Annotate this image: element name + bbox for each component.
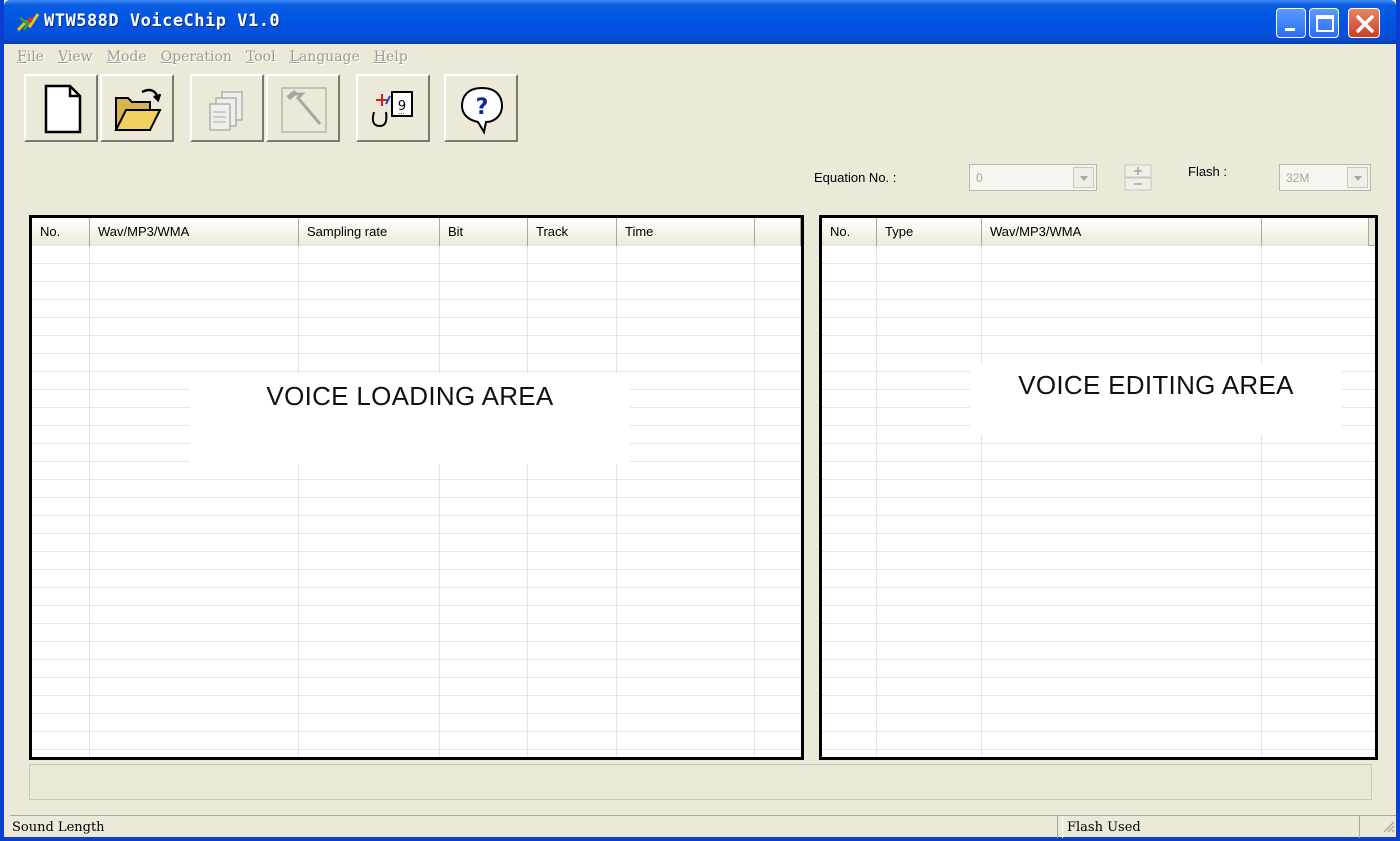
- menu-help[interactable]: Help: [367, 47, 415, 71]
- equation-label: Equation No. :: [814, 170, 897, 185]
- column-header[interactable]: Sampling rate: [299, 218, 440, 246]
- column-divider: [981, 246, 982, 757]
- window-title: WTW588D VoiceChip V1.0: [44, 11, 281, 31]
- menu-operation[interactable]: Operation: [154, 47, 239, 71]
- column-divider: [89, 246, 90, 757]
- column-divider: [1261, 246, 1262, 757]
- flash-used-status: Flash Used: [1062, 816, 1360, 838]
- minimize-button[interactable]: [1276, 8, 1306, 38]
- flash-label: Flash :: [1188, 164, 1228, 179]
- column-header[interactable]: Bit: [440, 218, 528, 246]
- equation-button[interactable]: 9 ...: [356, 74, 430, 142]
- spinner-icon: [1124, 164, 1152, 191]
- new-file-button[interactable]: [24, 74, 98, 142]
- hammer-button[interactable]: [266, 74, 340, 142]
- maximize-icon: [1316, 15, 1334, 32]
- chevron-down-icon[interactable]: [1347, 167, 1368, 188]
- minimize-icon: [1285, 28, 1295, 31]
- loading-table-body[interactable]: [32, 246, 801, 757]
- hammer-icon: [281, 87, 327, 133]
- editing-table-header: No. Type Wav/MP3/WMA: [822, 218, 1375, 246]
- new-file-icon: [44, 84, 82, 134]
- files-stack-button[interactable]: [190, 74, 264, 142]
- menu-bar: File View Mode Operation Tool Language H…: [10, 47, 415, 71]
- flash-select[interactable]: 32M: [1279, 164, 1371, 191]
- column-header[interactable]: Wav/MP3/WMA: [982, 218, 1262, 246]
- equation-icon: 9 ...: [371, 91, 413, 128]
- column-header[interactable]: Wav/MP3/WMA: [90, 218, 299, 246]
- status-bar: Sound Length Flash Used: [10, 815, 1396, 838]
- column-header[interactable]: [1262, 218, 1369, 246]
- voice-loading-panel[interactable]: No. Wav/MP3/WMA Sampling rate Bit Track …: [29, 215, 804, 760]
- column-divider: [876, 246, 877, 757]
- help-button[interactable]: ?: [444, 74, 518, 142]
- help-icon: ?: [460, 86, 504, 135]
- menu-mode[interactable]: Mode: [100, 47, 154, 71]
- info-box: [29, 764, 1372, 800]
- column-header[interactable]: No.: [32, 218, 90, 246]
- menu-file[interactable]: File: [10, 47, 51, 71]
- column-header[interactable]: [755, 218, 801, 246]
- equation-spinner[interactable]: [1124, 164, 1152, 191]
- title-bar[interactable]: WTW588D VoiceChip V1.0: [4, 0, 1396, 44]
- voice-editing-panel[interactable]: No. Type Wav/MP3/WMA VOICE EDITING AREA: [819, 215, 1378, 760]
- resize-grip-icon[interactable]: [1380, 818, 1396, 834]
- open-folder-icon: [114, 88, 162, 131]
- maximize-button[interactable]: [1309, 8, 1339, 38]
- svg-text:...: ...: [398, 108, 405, 116]
- column-header[interactable]: Track: [528, 218, 617, 246]
- sound-length-status: Sound Length: [10, 816, 1058, 838]
- column-divider: [439, 246, 440, 757]
- column-header[interactable]: Time: [617, 218, 755, 246]
- app-window: WTW588D VoiceChip V1.0 File View Mode Op…: [0, 0, 1400, 841]
- equation-select[interactable]: 0: [969, 164, 1097, 191]
- column-divider: [298, 246, 299, 757]
- menu-tool[interactable]: Tool: [239, 47, 283, 71]
- editing-table-body[interactable]: [822, 246, 1375, 757]
- menu-language[interactable]: Language: [283, 47, 367, 71]
- equation-value: 0: [976, 171, 983, 185]
- column-divider: [754, 246, 755, 757]
- editing-area-label: VOICE EDITING AREA: [970, 364, 1342, 434]
- svg-text:?: ?: [476, 95, 489, 120]
- open-folder-button[interactable]: [100, 74, 174, 142]
- column-divider: [527, 246, 528, 757]
- flash-value: 32M: [1286, 171, 1310, 185]
- files-stack-icon: [209, 91, 243, 131]
- loading-table-header: No. Wav/MP3/WMA Sampling rate Bit Track …: [32, 218, 801, 246]
- loading-area-label: VOICE LOADING AREA: [190, 373, 630, 465]
- column-header[interactable]: Type: [877, 218, 982, 246]
- column-divider: [616, 246, 617, 757]
- column-header[interactable]: No.: [822, 218, 877, 246]
- chevron-down-icon[interactable]: [1073, 167, 1094, 188]
- menu-view[interactable]: View: [51, 47, 100, 71]
- close-icon: [1356, 15, 1374, 33]
- close-button[interactable]: [1348, 8, 1380, 38]
- app-icon: [16, 13, 40, 32]
